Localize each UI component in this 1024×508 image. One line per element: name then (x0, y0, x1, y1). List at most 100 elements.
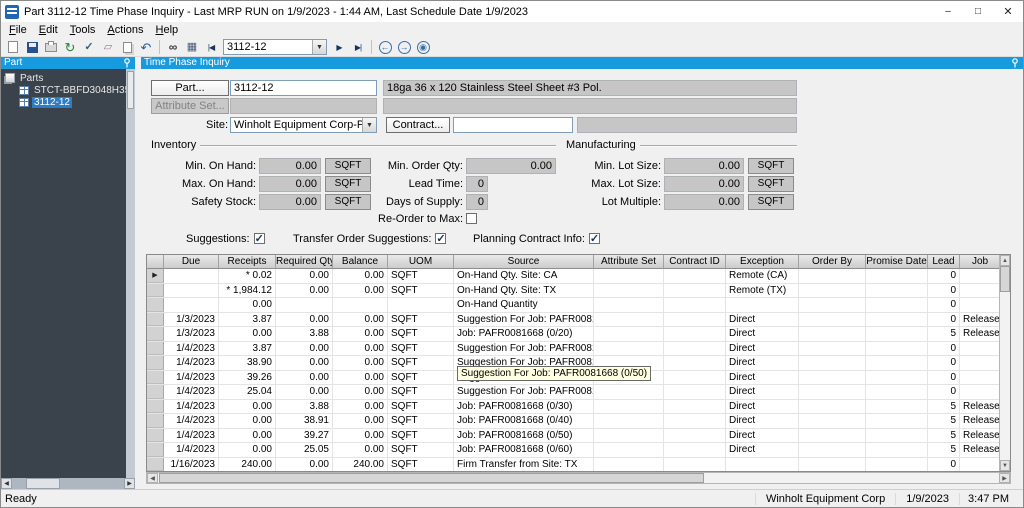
transfer-order-suggestions-checkbox[interactable] (435, 232, 447, 245)
row-selector[interactable] (147, 298, 164, 312)
tree-root-parts[interactable]: Parts (1, 72, 126, 84)
part-button[interactable]: Part... (151, 80, 229, 96)
contract-button[interactable]: Contract... (386, 117, 450, 133)
scrollbar-thumb[interactable] (1000, 266, 1010, 292)
grid-vertical-scrollbar[interactable]: ▲ ▼ (999, 255, 1010, 471)
scroll-right-icon[interactable]: ▶ (124, 478, 135, 489)
scroll-left-icon[interactable]: ◀ (1, 478, 12, 489)
row-selector[interactable] (147, 356, 164, 370)
row-selector[interactable] (147, 385, 164, 399)
grid-cell: SQFT (388, 457, 454, 471)
menu-edit[interactable]: Edit (33, 22, 64, 38)
site-combo[interactable]: Winholt Equipment Corp-PA ▼ (230, 117, 377, 133)
suggestions-checkbox[interactable] (253, 232, 265, 245)
grid-cell: On-Hand Quantity (454, 298, 594, 312)
row-selector[interactable] (147, 457, 164, 471)
close-button[interactable]: ✕ (993, 1, 1023, 22)
save-button[interactable] (23, 39, 41, 56)
table-row[interactable]: 1/4/2023 0.00 38.91 0.00 SQFT Job: PAFR008166… (147, 414, 999, 429)
grid-cell: 0.00 (276, 283, 333, 297)
clear-button[interactable]: ▱ (99, 39, 117, 56)
pin-icon[interactable] (1010, 58, 1020, 68)
table-row[interactable]: 1/4/2023 0.00 3.88 0.00 SQFT Job: PAFR0081668… (147, 399, 999, 414)
first-record-button[interactable]: |◀ (202, 39, 220, 56)
grid-cell (866, 457, 928, 471)
scroll-up-icon[interactable]: ▲ (1000, 255, 1010, 266)
grid-cell: 0.00 (219, 414, 276, 428)
find-button[interactable]: ∞ (164, 39, 182, 56)
attribute-set-button[interactable]: Attribute Set... (151, 98, 229, 114)
scroll-right-icon[interactable]: ▶ (999, 473, 1010, 483)
next-record-button[interactable]: ▶ (330, 39, 348, 56)
scrollbar-track[interactable] (158, 473, 999, 483)
grid-cell (664, 356, 726, 370)
minimize-button[interactable]: – (933, 1, 963, 22)
row-selector[interactable] (147, 414, 164, 428)
tree-item-stct-bbfd3048h35-a[interactable]: STCT-BBFD3048H35-A (1, 84, 126, 96)
part-tree-vertical-scrollbar[interactable] (126, 69, 135, 478)
row-selector[interactable] (147, 370, 164, 384)
part-input[interactable] (230, 80, 377, 96)
scrollbar-thumb[interactable] (127, 71, 134, 109)
table-row[interactable]: 0.00 On-Hand Quantity 0 (147, 298, 999, 313)
menu-actions[interactable]: Actions (101, 22, 149, 38)
stop-button[interactable]: ◉ (414, 39, 432, 56)
table-row[interactable]: 1/3/2023 0.00 3.88 0.00 SQFT Job: PAFR0081668… (147, 327, 999, 342)
tree-item-3112-12[interactable]: 3112-12 (1, 96, 126, 108)
row-selector[interactable] (147, 399, 164, 413)
row-selector[interactable] (147, 428, 164, 442)
browse-button[interactable]: ▦ (183, 39, 201, 56)
scroll-down-icon[interactable]: ▼ (1000, 460, 1010, 471)
grid-cell (866, 283, 928, 297)
menu-file[interactable]: File (3, 22, 33, 38)
scrollbar-thumb[interactable] (159, 473, 704, 483)
table-row[interactable]: 1/4/2023 0.00 25.05 0.00 SQFT Job: PAFR008166… (147, 443, 999, 458)
row-selector[interactable] (147, 341, 164, 355)
row-selector[interactable] (147, 327, 164, 341)
table-row[interactable]: 1/3/2023 3.87 0.00 0.00 SQFT Suggestion For J… (147, 312, 999, 327)
maximize-button[interactable]: □ (963, 1, 993, 22)
menu-tools[interactable]: Tools (64, 22, 102, 38)
part-navigator-input[interactable] (224, 40, 312, 54)
row-selector[interactable] (147, 312, 164, 326)
planning-contract-info-checkbox[interactable] (588, 232, 600, 245)
grid-horizontal-scrollbar[interactable]: ◀ ▶ (146, 472, 1011, 484)
undo-button[interactable]: ↶ (137, 39, 155, 56)
part-tree-horizontal-scrollbar[interactable]: ◀ ▶ (1, 478, 135, 489)
table-row[interactable]: 1/4/2023 3.87 0.00 0.00 SQFT Suggestion For J… (147, 341, 999, 356)
col-header-receipts: Receipts (219, 255, 276, 269)
new-button[interactable] (4, 39, 22, 56)
table-row[interactable]: 1/4/2023 0.00 39.27 0.00 SQFT Job: PAFR008166… (147, 428, 999, 443)
grid-cell (866, 443, 928, 457)
row-selector[interactable] (147, 283, 164, 297)
reorder-to-max-checkbox[interactable] (466, 213, 477, 224)
scrollbar-track[interactable] (12, 478, 124, 489)
back-button[interactable]: ← (376, 39, 394, 56)
row-selector[interactable]: ▶ (147, 269, 164, 283)
contract-input[interactable] (453, 117, 573, 133)
apply-button[interactable]: ✓ (80, 39, 98, 56)
part-combo-dropdown-icon[interactable]: ▼ (312, 40, 326, 54)
grid-cell: 25.05 (276, 443, 333, 457)
site-dropdown-icon[interactable]: ▼ (362, 118, 376, 132)
pin-icon[interactable] (122, 58, 132, 68)
col-header-due: Due (164, 255, 219, 269)
part-navigator-combo[interactable]: ▼ (223, 39, 327, 55)
forward-button[interactable]: → (395, 39, 413, 56)
grid-cell: 0 (928, 283, 960, 297)
scroll-left-icon[interactable]: ◀ (147, 473, 158, 483)
menu-help[interactable]: Help (150, 22, 185, 38)
table-row[interactable]: * 1,984.12 0.00 0.00 SQFT On-Hand Qty. Site:… (147, 283, 999, 298)
table-row[interactable]: ▶ * 0.02 0.00 0.00 SQFT On-Hand Qty. Site: CA… (147, 269, 999, 284)
table-row[interactable]: 1/16/2023 240.00 0.00 240.00 SQFT Firm Transf… (147, 457, 999, 471)
scrollbar-thumb[interactable] (26, 478, 60, 489)
scrollbar-track[interactable] (1000, 266, 1010, 460)
last-record-button[interactable]: ▶| (349, 39, 367, 56)
row-selector[interactable] (147, 443, 164, 457)
copy-button[interactable] (118, 39, 136, 56)
col-header-job: Job (960, 255, 999, 269)
refresh-button[interactable]: ↻ (61, 39, 79, 56)
print-button[interactable] (42, 39, 60, 56)
table-row[interactable]: 1/4/2023 25.04 0.00 0.00 SQFT Suggestion For … (147, 385, 999, 400)
col-header-source: Source (454, 255, 594, 269)
